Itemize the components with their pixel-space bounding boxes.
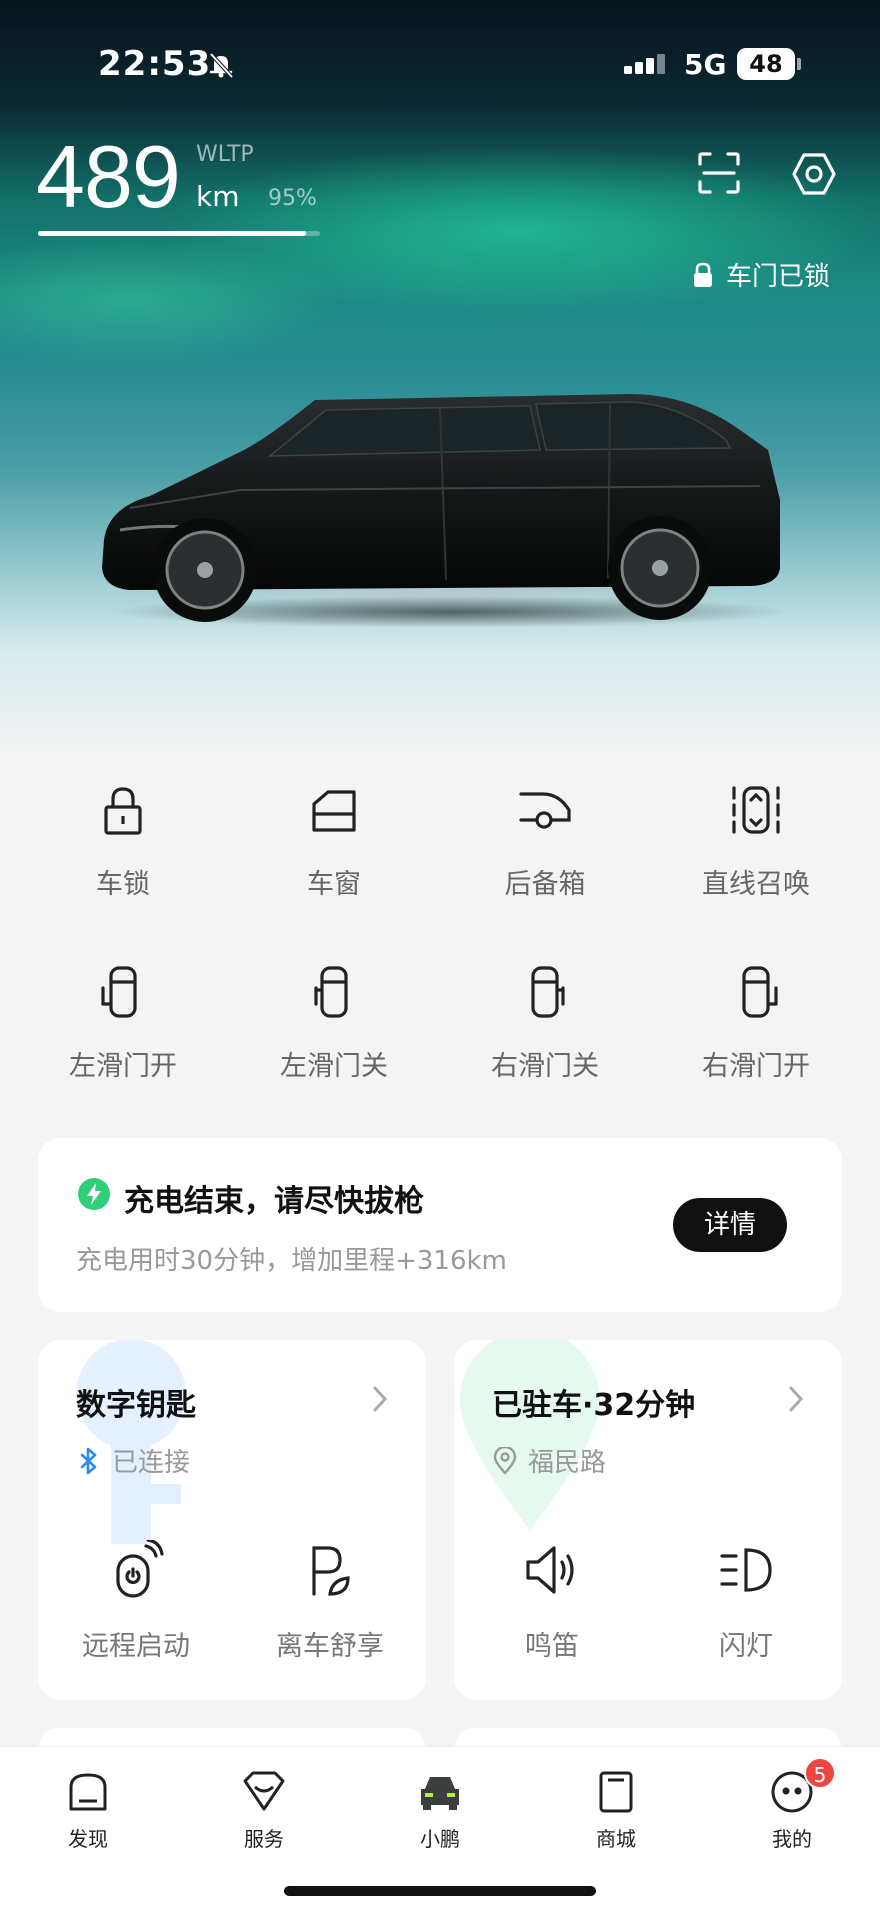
- charge-title: 充电结束，请尽快拔枪: [124, 1184, 424, 1219]
- car-icon: [421, 1777, 459, 1810]
- control-trunk[interactable]: 后备箱: [445, 780, 645, 901]
- status-time: 22:53: [98, 44, 212, 84]
- flash-lights-button[interactable]: 闪灯: [666, 1540, 826, 1663]
- control-label: 右滑门关: [491, 1051, 599, 1082]
- tab-label: 商城: [596, 1827, 636, 1851]
- control-right-door-close[interactable]: 右滑门关: [445, 962, 645, 1083]
- home-indicator[interactable]: [284, 1886, 596, 1896]
- status-bar: 22:53 5G 48: [0, 44, 880, 84]
- range-progress-fill: [38, 231, 306, 236]
- bell-muted-icon: [209, 52, 234, 79]
- left-door-close-icon: [314, 966, 348, 1018]
- charge-detail-button[interactable]: 详情: [673, 1198, 787, 1252]
- parking-leaf-icon: [312, 1546, 350, 1596]
- door-lock-status[interactable]: 车门已锁: [692, 256, 830, 293]
- parking-card[interactable]: 已驻车·32分钟 福民路 鸣笛 闪灯: [454, 1340, 842, 1700]
- settings-hex-icon[interactable]: [790, 150, 838, 198]
- trunk-icon: [519, 792, 571, 829]
- parking-title: 已驻车·32分钟: [492, 1388, 696, 1423]
- tab-shop[interactable]: 商城: [556, 1769, 676, 1852]
- battery-percent: 95%: [268, 186, 317, 211]
- remote-start-button[interactable]: 远程启动: [56, 1540, 216, 1663]
- service-icon: [243, 1771, 285, 1811]
- remote-start-label: 远程启动: [82, 1631, 190, 1662]
- comfort-mode-label: 离车舒享: [276, 1631, 384, 1662]
- bluetooth-icon: [80, 1447, 97, 1474]
- location-pin-icon: [493, 1446, 517, 1475]
- control-left-door-open[interactable]: 左滑门开: [23, 962, 223, 1083]
- control-label: 后备箱: [504, 869, 586, 900]
- tab-service[interactable]: 服务: [204, 1769, 324, 1852]
- tab-profile[interactable]: 5 我的: [732, 1757, 852, 1852]
- control-label: 左滑门关: [280, 1051, 388, 1082]
- control-label: 右滑门开: [702, 1051, 810, 1082]
- control-label: 左滑门开: [69, 1051, 177, 1082]
- control-car-lock[interactable]: 车锁: [23, 780, 223, 901]
- right-door-close-icon: [531, 966, 565, 1018]
- vehicle-image: [102, 394, 790, 628]
- right-door-open-icon: [742, 966, 778, 1018]
- control-right-door-open[interactable]: 右滑门开: [656, 962, 856, 1083]
- tab-label: 服务: [244, 1827, 284, 1851]
- window-icon: [312, 790, 356, 832]
- lock-small-icon: [694, 262, 712, 287]
- flash-lights-label: 闪灯: [719, 1631, 773, 1662]
- lightning-icon: [78, 1178, 110, 1210]
- remote-start-icon: [116, 1540, 164, 1598]
- chevron-right-icon: [789, 1386, 804, 1412]
- chevron-right-icon: [373, 1386, 388, 1412]
- digital-key-status: 已连接: [76, 1442, 190, 1479]
- lock-icon: [104, 787, 142, 835]
- control-window[interactable]: 车窗: [234, 780, 434, 901]
- parking-location-label: 福民路: [528, 1448, 607, 1478]
- summon-icon: [732, 786, 780, 834]
- charge-status-card: 充电结束，请尽快拔枪 充电用时30分钟，增加里程+316km 详情: [38, 1138, 842, 1312]
- digital-key-title: 数字钥匙: [76, 1388, 196, 1423]
- network-type: 5G: [684, 48, 727, 81]
- control-label: 车锁: [96, 869, 150, 900]
- comfort-mode-button[interactable]: 离车舒享: [250, 1540, 410, 1663]
- hero-background: [0, 0, 880, 760]
- range-unit: km: [196, 180, 240, 213]
- signal-icon: [624, 54, 665, 74]
- range-progress-bar: [38, 231, 320, 236]
- tab-label: 发现: [68, 1827, 108, 1851]
- charge-subtitle: 充电用时30分钟，增加里程+316km: [76, 1246, 507, 1276]
- tab-discover[interactable]: 发现: [28, 1769, 148, 1852]
- left-door-open-icon: [101, 966, 137, 1018]
- tab-label: 我的: [772, 1827, 812, 1851]
- horn-icon: [526, 1546, 574, 1594]
- control-left-door-close[interactable]: 左滑门关: [234, 962, 434, 1083]
- tab-label: 小鹏: [420, 1827, 460, 1851]
- tab-xpeng[interactable]: 小鹏: [380, 1769, 500, 1852]
- control-label: 车窗: [307, 869, 361, 900]
- battery-tip: [797, 58, 801, 70]
- parking-location: 福民路: [492, 1442, 606, 1479]
- range-standard: WLTP: [196, 142, 254, 167]
- horn-label: 鸣笛: [525, 1631, 579, 1662]
- digital-key-status-label: 已连接: [112, 1448, 191, 1478]
- shop-icon: [599, 1771, 633, 1813]
- horn-button[interactable]: 鸣笛: [472, 1540, 632, 1663]
- battery-level: 48: [749, 50, 783, 78]
- notification-badge: 5: [804, 1757, 836, 1789]
- scan-icon[interactable]: [696, 150, 742, 196]
- location-watermark-icon: [460, 1340, 600, 1530]
- range-value: 489: [36, 127, 181, 226]
- door-lock-label: 车门已锁: [726, 262, 831, 292]
- control-label: 直线召唤: [702, 869, 810, 900]
- discover-icon: [69, 1773, 107, 1811]
- battery-indicator: 48: [737, 48, 795, 80]
- digital-key-card[interactable]: 数字钥匙 已连接 远程启动 离车舒享: [38, 1340, 426, 1700]
- control-summon[interactable]: 直线召唤: [656, 780, 856, 901]
- headlight-icon: [720, 1548, 772, 1592]
